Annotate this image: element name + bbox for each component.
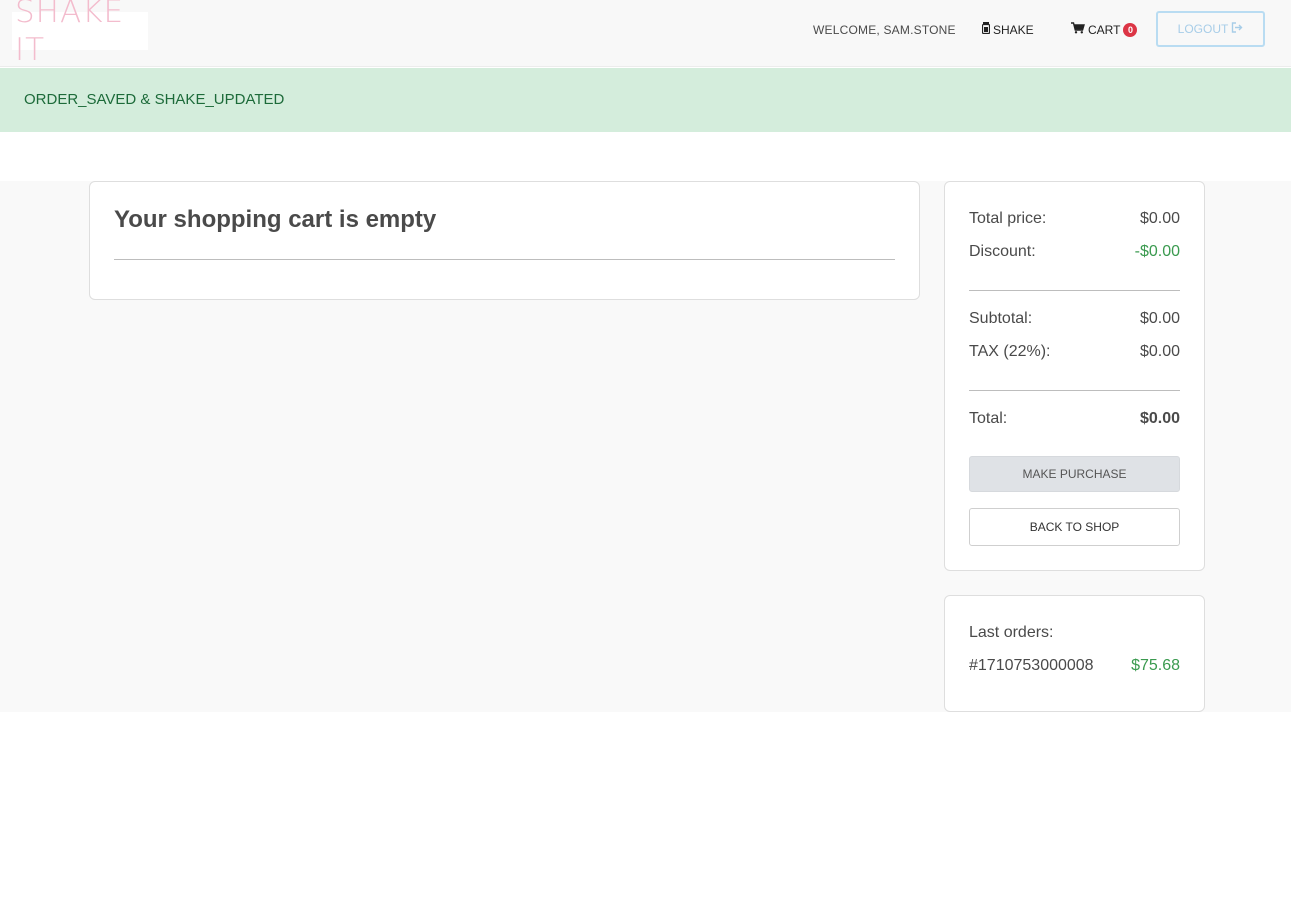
cart-count-badge: 0 [1123,22,1138,37]
total-price-row: Total price: $0.00 [969,210,1180,228]
cart-icon [1071,22,1085,37]
success-alert: ORDER_SAVED & SHAKE_UPDATED [0,68,1291,132]
total-label: Total: [969,410,1008,427]
make-purchase-button[interactable]: MAKE PURCHASE [969,456,1180,492]
subtotal-value: $0.00 [1139,310,1180,327]
subtotal-label: Subtotal: [969,310,1033,327]
summary-divider [969,390,1180,391]
nav-cart-link[interactable]: CART 0 [1071,22,1138,37]
order-row[interactable]: #1710753000008 $75.68 [969,657,1180,675]
tax-row: TAX (22%): $0.00 [969,343,1180,361]
summary-divider [969,290,1180,291]
navbar: SHAKE IT WELCOME, SAM.STONE SHAKE CART 0… [0,0,1291,68]
last-orders-title: Last orders: [969,624,1054,641]
discount-row: Discount: -$0.00 [969,243,1180,261]
cart-card: Your shopping cart is empty [89,181,920,300]
tax-label: TAX (22%): [969,343,1051,360]
tax-value: $0.00 [1139,343,1180,360]
welcome-text: WELCOME, SAM.STONE [813,23,956,37]
empty-cart-title: Your shopping cart is empty [114,206,437,233]
shake-bottle-icon [981,22,991,37]
total-price-label: Total price: [969,210,1047,227]
nav-cart-label: CART [1088,22,1121,37]
total-price-value: $0.00 [1139,210,1180,227]
sign-out-icon [1231,22,1243,36]
nav-shake-link[interactable]: SHAKE [981,22,1034,37]
total-value: $0.00 [1139,410,1180,427]
discount-value: -$0.00 [1134,243,1180,260]
logout-label: LOGOUT [1177,22,1229,36]
subtotal-row: Subtotal: $0.00 [969,310,1180,328]
total-row: Total: $0.00 [969,410,1180,428]
last-orders-card: Last orders: #1710753000008 $75.68 [944,595,1205,712]
order-amount: $75.68 [1131,657,1180,674]
back-to-shop-button[interactable]: BACK TO SHOP [969,508,1180,546]
nav-shake-label: SHAKE [993,22,1034,37]
logout-button[interactable]: LOGOUT [1156,11,1265,47]
order-id[interactable]: #1710753000008 [969,657,1094,675]
order-summary-card: Total price: $0.00 Discount: -$0.00 Subt… [944,181,1205,571]
logo[interactable]: SHAKE IT [12,0,148,68]
logo-text: SHAKE IT [15,0,125,68]
cart-divider [114,259,895,260]
discount-label: Discount: [969,243,1036,260]
